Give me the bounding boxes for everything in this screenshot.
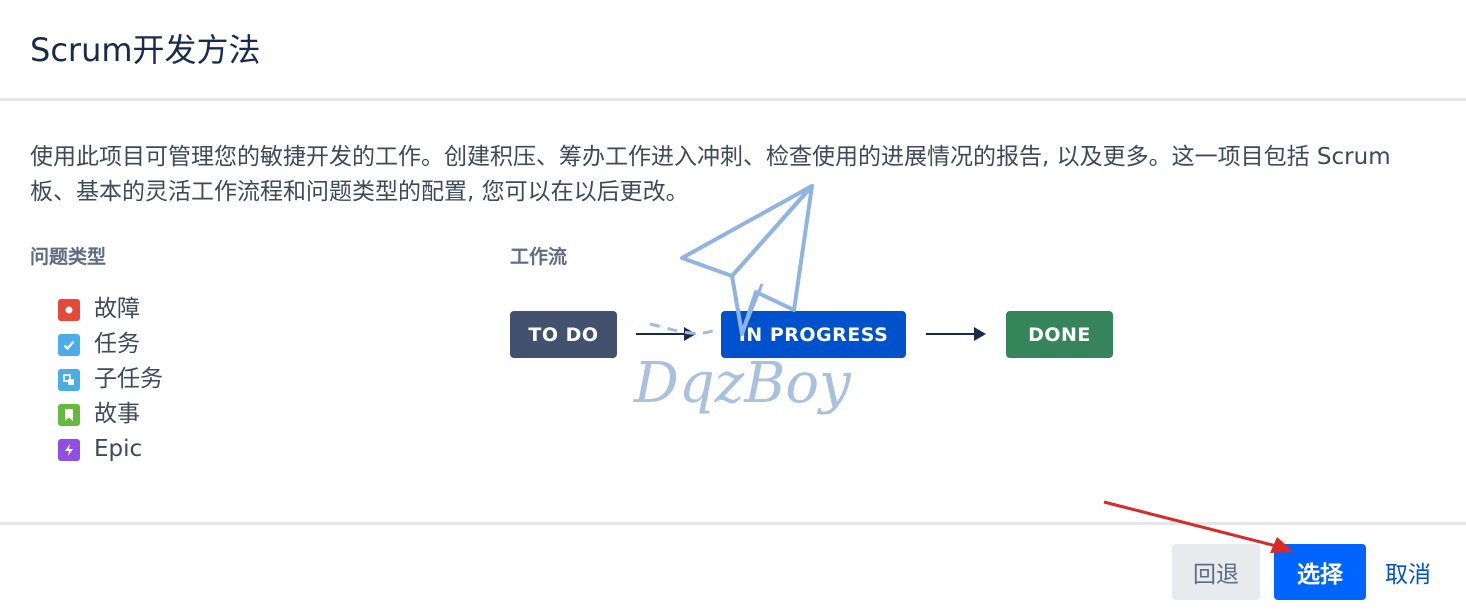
issue-type-list: 故障 任务 子任务 故事 Epic [58, 292, 163, 467]
issue-type-name: 任务 [94, 331, 140, 357]
issue-type-epic: Epic [58, 432, 163, 467]
issue-types-label: 问题类型 [30, 246, 107, 268]
cancel-button[interactable]: 取消 [1378, 544, 1438, 600]
epic-icon [58, 438, 80, 461]
issue-type-name: Epic [94, 436, 143, 462]
workflow-arrow-icon [926, 327, 986, 341]
workflow-status-todo: TO DO [510, 311, 617, 358]
footer-divider [0, 522, 1466, 525]
watermark-text: DqzBoy [633, 351, 852, 416]
workflow-status-done: DONE [1006, 311, 1113, 358]
back-button[interactable]: 回退 [1172, 544, 1260, 600]
workflow-status-in-progress: IN PROGRESS [721, 311, 906, 358]
story-icon [58, 403, 80, 426]
issue-type-task: 任务 [58, 327, 163, 362]
task-icon [58, 333, 80, 356]
issue-type-subtask: 子任务 [58, 362, 163, 397]
issue-type-story: 故事 [58, 397, 163, 432]
workflow-label: 工作流 [510, 246, 568, 268]
watermark-logo-icon: DqzBoy [633, 184, 852, 416]
issue-type-bug: 故障 [58, 292, 163, 327]
subtask-icon [58, 368, 80, 391]
select-button[interactable]: 选择 [1274, 544, 1366, 600]
dialog-header: Scrum开发方法 [0, 0, 1466, 101]
workflow-arrow-icon [636, 327, 696, 341]
issue-type-name: 子任务 [94, 366, 163, 392]
bug-icon [58, 298, 80, 321]
dialog-description: 使用此项目可管理您的敏捷开发的工作。创建积压、筹办工作进入冲刺、检查使用的进展情… [30, 144, 1391, 205]
issue-type-name: 故事 [94, 401, 140, 427]
issue-type-name: 故障 [94, 296, 140, 322]
dialog-title: Scrum开发方法 [30, 31, 261, 69]
